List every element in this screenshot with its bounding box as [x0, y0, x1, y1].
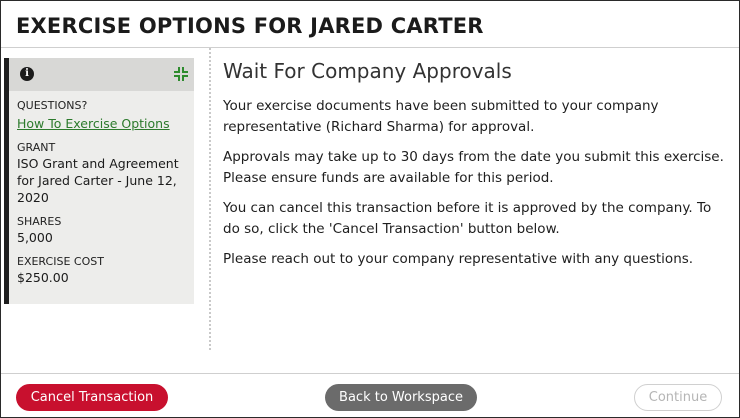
exercise-cost-group: EXERCISE COST $250.00: [17, 255, 189, 286]
grant-value: ISO Grant and Agreement for Jared Carter…: [17, 156, 179, 205]
info-icon: i: [20, 67, 34, 81]
section-heading: Wait For Company Approvals: [223, 59, 512, 83]
sidebar-accent-bar: [4, 58, 9, 304]
grant-label: GRANT: [17, 141, 56, 154]
continue-button[interactable]: Continue: [634, 384, 722, 411]
shares-value: 5,000: [17, 230, 53, 245]
paragraph-contact: Please reach out to your company represe…: [223, 251, 694, 267]
questions-group: QUESTIONS? How To Exercise Options: [17, 99, 189, 132]
paragraph-submitted: Your exercise documents have been submit…: [223, 98, 659, 135]
page-title: EXERCISE OPTIONS FOR JARED CARTER: [16, 14, 484, 38]
paragraph-approval-time: Approvals may take up to 30 days from th…: [223, 149, 724, 186]
cancel-transaction-button[interactable]: Cancel Transaction: [16, 384, 168, 411]
collapse-icon[interactable]: [174, 67, 188, 81]
shares-group: SHARES 5,000: [17, 215, 189, 246]
how-to-exercise-link[interactable]: How To Exercise Options: [17, 115, 170, 132]
vertical-divider: [209, 48, 211, 350]
grant-group: GRANT ISO Grant and Agreement for Jared …: [17, 141, 189, 206]
dialog: EXERCISE OPTIONS FOR JARED CARTER i QUES…: [0, 0, 740, 418]
exercise-cost-value: $250.00: [17, 270, 69, 285]
exercise-cost-label: EXERCISE COST: [17, 255, 104, 268]
shares-label: SHARES: [17, 215, 62, 228]
sidebar-details: QUESTIONS? How To Exercise Options GRANT…: [17, 99, 189, 295]
back-to-workspace-button[interactable]: Back to Workspace: [325, 384, 477, 411]
questions-label: QUESTIONS?: [17, 99, 88, 112]
sidebar-header: i: [9, 58, 194, 91]
dialog-footer: Cancel Transaction Back to Workspace Con…: [1, 373, 739, 418]
dialog-header: EXERCISE OPTIONS FOR JARED CARTER: [1, 1, 739, 48]
main-content: Wait For Company Approvals Your exercise…: [223, 59, 728, 279]
summary-sidebar: i QUESTIONS? How To Exercise Options GRA…: [4, 58, 194, 304]
paragraph-cancel-info: You can cancel this transaction before i…: [223, 200, 712, 237]
